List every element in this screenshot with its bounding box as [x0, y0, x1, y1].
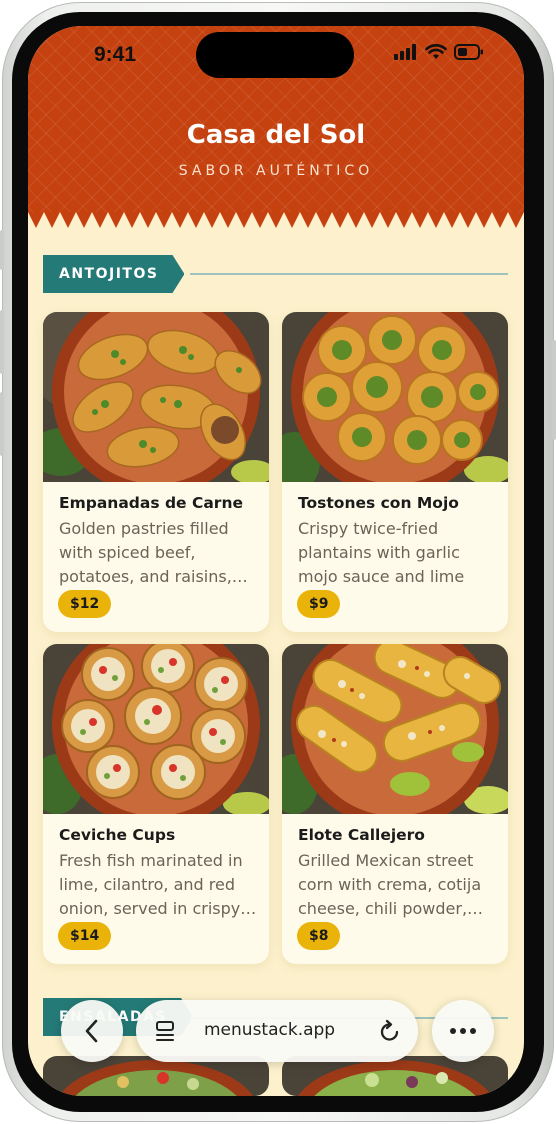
battery-icon — [454, 44, 483, 60]
url-text: menustack.app — [204, 1020, 336, 1040]
section-label-antojitos: ANTOJITOS — [43, 255, 184, 293]
price-badge: $8 — [297, 922, 341, 950]
price-badge: $12 — [58, 590, 112, 618]
elote-photo — [282, 644, 508, 814]
item-name: Tostones con Mojo — [298, 494, 459, 512]
item-description: Grilled Mexican street corn with crema, … — [298, 851, 482, 918]
more-dots-icon — [450, 1028, 476, 1034]
menu-card-empanadas[interactable]: Empanadas de Carne Golden pastries fille… — [43, 312, 269, 632]
item-description: Fresh fish marinated in lime, cilantro, … — [59, 851, 243, 918]
tabs-icon[interactable] — [154, 1020, 176, 1042]
empanadas-photo — [43, 312, 269, 482]
action-button — [0, 230, 4, 270]
tostones-photo — [282, 312, 508, 482]
zigzag-border — [28, 212, 524, 228]
item-name: Ceviche Cups — [59, 826, 176, 844]
volume-up-button — [0, 310, 4, 374]
menu-card-tostones[interactable]: Tostones con Mojo Crispy twice-fried pla… — [282, 312, 508, 632]
item-name: Empanadas de Carne — [59, 494, 243, 512]
url-bar[interactable]: menustack.app — [136, 1000, 418, 1062]
price-badge: $14 — [58, 922, 112, 950]
item-description: Crispy twice-fried plantains with garlic… — [298, 519, 465, 586]
volume-down-button — [0, 392, 4, 456]
status-time: 9:41 — [94, 43, 137, 66]
item-description: Golden pastries filled with spiced beef,… — [59, 519, 232, 586]
chevron-left-icon — [85, 1019, 98, 1043]
restaurant-name: Casa del Sol — [186, 120, 366, 150]
dynamic-island — [196, 32, 354, 78]
power-button — [552, 340, 556, 440]
more-button[interactable] — [432, 1000, 494, 1062]
signal-icon — [394, 44, 416, 60]
salad-photo-left — [43, 1056, 269, 1096]
wifi-icon — [425, 44, 447, 59]
status-bar: 9:41 — [28, 26, 524, 82]
back-button[interactable] — [61, 1000, 123, 1062]
section-divider — [190, 273, 508, 275]
salad-photo-right — [282, 1056, 508, 1096]
ceviche-photo — [43, 644, 269, 814]
screen: 9:41 Casa del Sol SABOR AUTÉNTICO ANTOJI… — [28, 26, 524, 1096]
item-name: Elote Callejero — [298, 826, 425, 844]
restaurant-tagline: SABOR AUTÉNTICO — [178, 163, 374, 179]
menu-card-ceviche[interactable]: Ceviche Cups Fresh fish marinated in lim… — [43, 644, 269, 964]
price-badge: $9 — [297, 590, 341, 618]
reload-icon[interactable] — [378, 1019, 402, 1043]
menu-card-elote[interactable]: Elote Callejero Grilled Mexican street c… — [282, 644, 508, 964]
